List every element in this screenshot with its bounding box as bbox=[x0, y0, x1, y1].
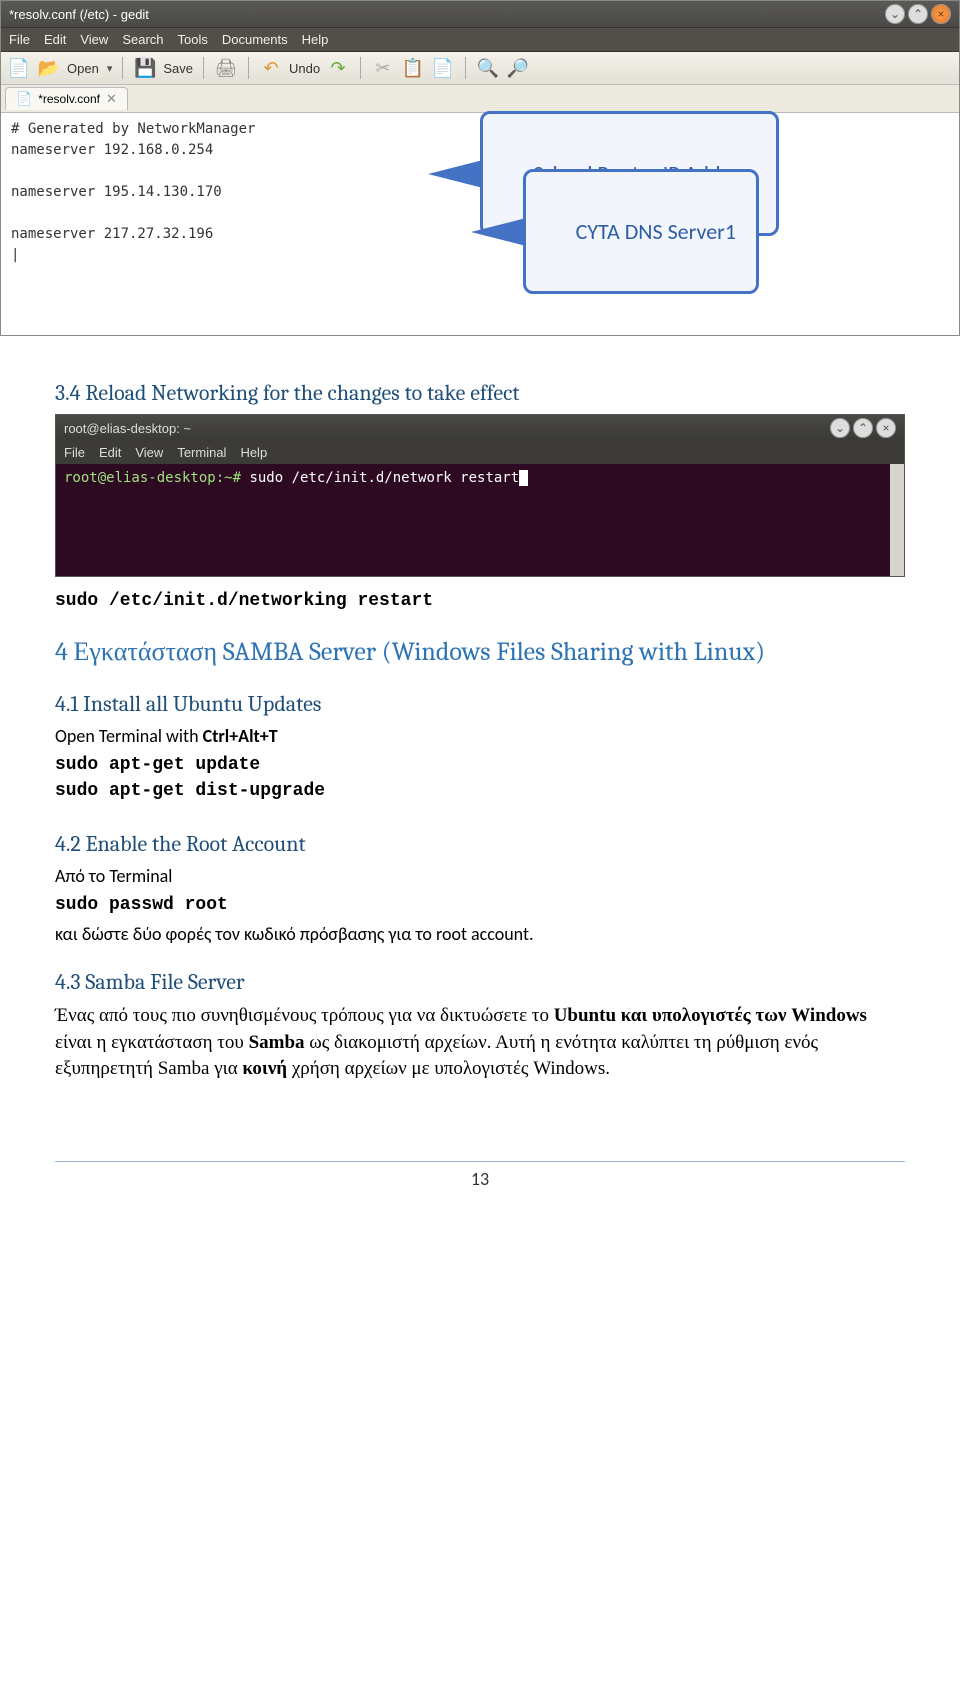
close-icon[interactable]: × bbox=[931, 4, 951, 24]
text-open-terminal: Open Terminal with Ctrl+Alt+T bbox=[55, 725, 905, 747]
menu-help[interactable]: Help bbox=[302, 32, 329, 47]
menu-tools[interactable]: Tools bbox=[178, 32, 208, 47]
gedit-menubar: File Edit View Search Tools Documents He… bbox=[1, 28, 959, 52]
terminal-window-controls: ⌄ ⌃ × bbox=[830, 418, 896, 438]
new-file-icon[interactable]: 📄 bbox=[7, 56, 31, 80]
terminal-prompt: root@elias-desktop:~# bbox=[64, 470, 241, 486]
paste-icon[interactable]: 📄 bbox=[431, 56, 455, 80]
menu-documents[interactable]: Documents bbox=[222, 32, 288, 47]
search-icon[interactable]: 🔍 bbox=[476, 56, 500, 80]
command-apt-update: sudo apt-get update bbox=[55, 755, 905, 775]
text-from-terminal: Από το Terminal bbox=[55, 865, 905, 887]
text-samba-intro: Ένας από τους πιο συνηθισμένους τρόπους … bbox=[55, 1003, 905, 1083]
terminal-menubar: File Edit View Terminal Help bbox=[56, 441, 904, 464]
tab-label: *resolv.conf bbox=[38, 92, 100, 106]
menu-file[interactable]: File bbox=[9, 32, 30, 47]
cut-icon[interactable]: ✂ bbox=[371, 56, 395, 80]
separator bbox=[203, 57, 204, 79]
search-replace-icon[interactable]: 🔎 bbox=[506, 56, 530, 80]
term-menu-terminal[interactable]: Terminal bbox=[177, 445, 226, 460]
document-body: 3.4 Reload Networking for the changes to… bbox=[0, 346, 960, 1111]
document-icon: 📄 bbox=[16, 91, 32, 107]
cursor-icon bbox=[519, 470, 527, 486]
terminal-window: root@elias-desktop: ~ ⌄ ⌃ × File Edit Vi… bbox=[55, 414, 905, 577]
heading-3-4: 3.4 Reload Networking for the changes to… bbox=[55, 380, 905, 406]
tab-resolv-conf[interactable]: 📄 *resolv.conf ✕ bbox=[5, 87, 128, 110]
menu-search[interactable]: Search bbox=[122, 32, 163, 47]
maximize-icon[interactable]: ⌃ bbox=[853, 418, 873, 438]
gedit-editor[interactable]: # Generated by NetworkManager nameserver… bbox=[1, 113, 959, 335]
gedit-tabbar: 📄 *resolv.conf ✕ bbox=[1, 85, 959, 113]
callout-dns-text: CYTA DNS Server1 bbox=[576, 218, 736, 245]
menu-edit[interactable]: Edit bbox=[44, 32, 66, 47]
page-number: 13 bbox=[471, 1168, 489, 1190]
heading-4-3: 4.3 Samba File Server bbox=[55, 969, 905, 995]
terminal-command: sudo /etc/init.d/network restart bbox=[241, 470, 519, 486]
separator bbox=[360, 57, 361, 79]
terminal-title: root@elias-desktop: ~ bbox=[64, 421, 191, 436]
file-content: # Generated by NetworkManager nameserver… bbox=[11, 121, 255, 263]
callout-dns: CYTA DNS Server1 bbox=[523, 169, 759, 294]
separator bbox=[122, 57, 123, 79]
tab-close-icon[interactable]: ✕ bbox=[106, 91, 117, 107]
gedit-window: *resolv.conf (/etc) - gedit ⌄ ⌃ × File E… bbox=[0, 0, 960, 336]
redo-icon[interactable]: ↷ bbox=[326, 56, 350, 80]
heading-4: 4 Εγκατάσταση SAMBA Server (Windows File… bbox=[55, 637, 905, 667]
copy-icon[interactable]: 📋 bbox=[401, 56, 425, 80]
undo-button[interactable]: Undo bbox=[289, 61, 320, 76]
save-button[interactable]: Save bbox=[163, 61, 193, 76]
term-menu-edit[interactable]: Edit bbox=[99, 445, 121, 460]
minimize-icon[interactable]: ⌄ bbox=[830, 418, 850, 438]
separator bbox=[465, 57, 466, 79]
save-icon[interactable]: 💾 bbox=[133, 56, 157, 80]
term-menu-view[interactable]: View bbox=[135, 445, 163, 460]
term-menu-help[interactable]: Help bbox=[240, 445, 267, 460]
heading-4-1: 4.1 Install all Ubuntu Updates bbox=[55, 691, 905, 717]
gedit-toolbar: 📄 📂 Open ▾ 💾 Save 🖨 ↶ Undo ↷ ✂ 📋 📄 🔍 🔎 bbox=[1, 52, 959, 85]
print-icon[interactable]: 🖨 bbox=[214, 56, 238, 80]
terminal-content[interactable]: root@elias-desktop:~# sudo /etc/init.d/n… bbox=[56, 464, 904, 576]
undo-icon[interactable]: ↶ bbox=[259, 56, 283, 80]
gedit-title: *resolv.conf (/etc) - gedit bbox=[9, 7, 149, 22]
close-icon[interactable]: × bbox=[876, 418, 896, 438]
maximize-icon[interactable]: ⌃ bbox=[908, 4, 928, 24]
chevron-down-icon[interactable]: ▾ bbox=[107, 62, 113, 75]
command-apt-upgrade: sudo apt-get dist-upgrade bbox=[55, 781, 905, 801]
page-footer: 13 bbox=[55, 1161, 905, 1190]
open-icon[interactable]: 📂 bbox=[37, 56, 61, 80]
term-menu-file[interactable]: File bbox=[64, 445, 85, 460]
separator bbox=[248, 57, 249, 79]
gedit-titlebar[interactable]: *resolv.conf (/etc) - gedit ⌄ ⌃ × bbox=[1, 1, 959, 28]
window-controls: ⌄ ⌃ × bbox=[885, 4, 951, 24]
heading-4-2: 4.2 Enable the Root Account bbox=[55, 831, 905, 857]
menu-view[interactable]: View bbox=[80, 32, 108, 47]
terminal-titlebar[interactable]: root@elias-desktop: ~ ⌄ ⌃ × bbox=[56, 415, 904, 441]
minimize-icon[interactable]: ⌄ bbox=[885, 4, 905, 24]
command-restart: sudo /etc/init.d/networking restart bbox=[55, 591, 905, 611]
command-passwd: sudo passwd root bbox=[55, 895, 905, 915]
text-enter-password: και δώστε δύο φορές τον κωδικό πρόσβασης… bbox=[55, 923, 905, 945]
open-button[interactable]: Open bbox=[67, 61, 99, 76]
